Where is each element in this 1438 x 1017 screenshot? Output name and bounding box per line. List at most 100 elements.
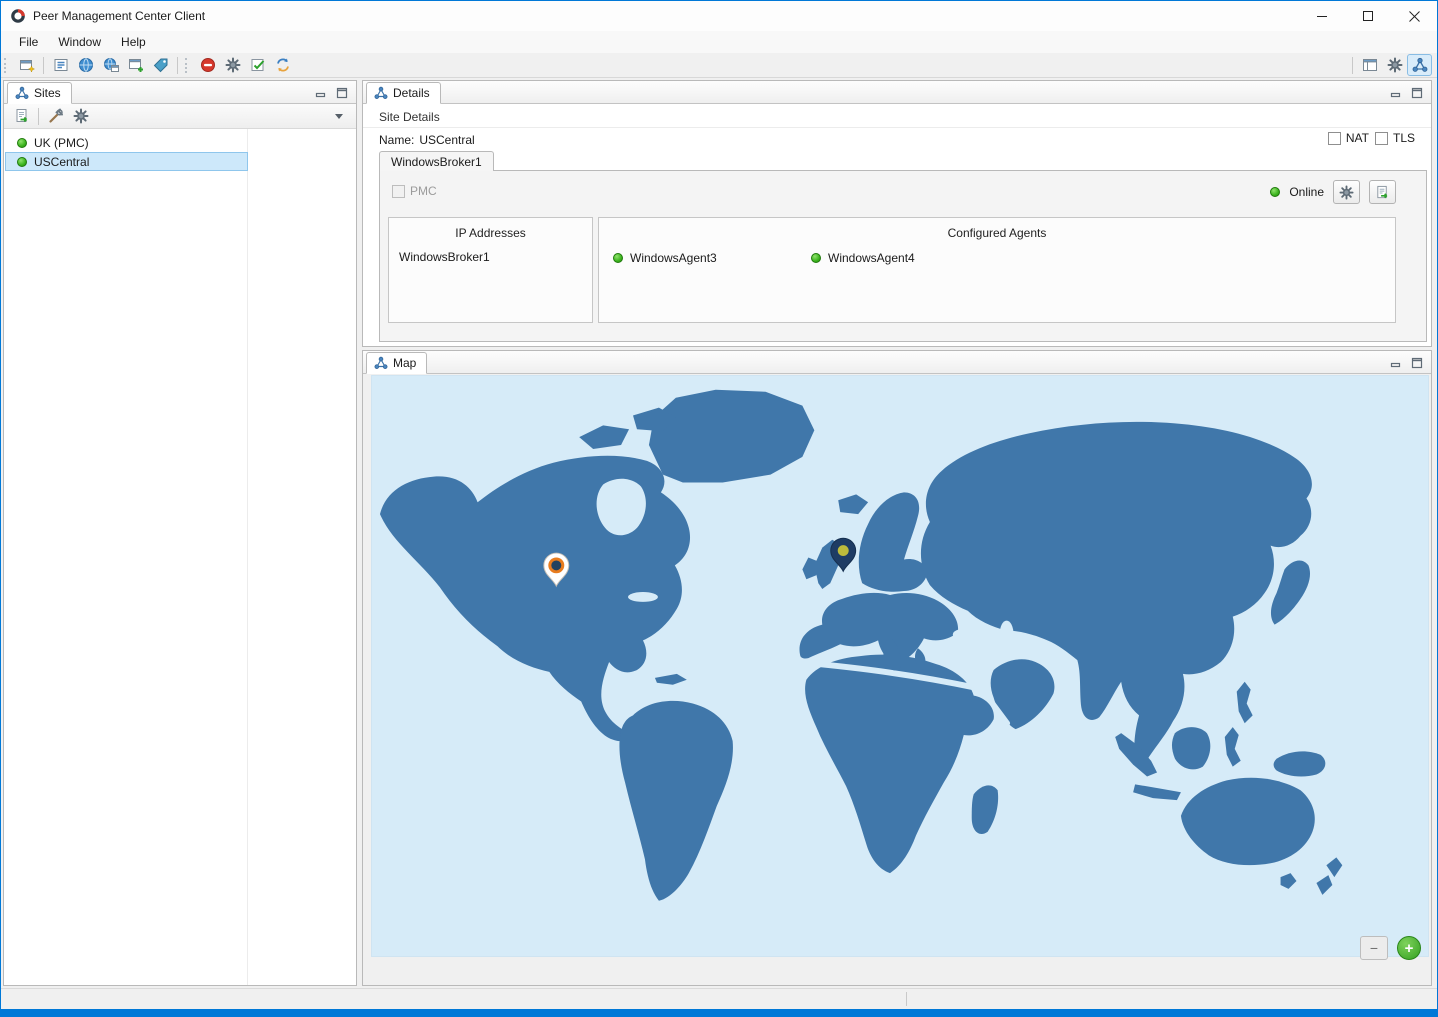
site-details-form: Site Details Name: USCentral NAT TLS Win… [363, 104, 1431, 346]
close-button[interactable] [1391, 1, 1437, 31]
tls-checkbox-row: TLS [1375, 131, 1415, 145]
export-site-button[interactable] [9, 105, 34, 127]
sites-tree[interactable]: UK (PMC) USCentral [4, 129, 356, 985]
site-row-uk[interactable]: UK (PMC) [5, 133, 248, 152]
maximize-icon [1363, 11, 1374, 22]
sites-view-toolbar [4, 104, 356, 129]
panel-maximize-icon [336, 87, 348, 99]
preferences-button[interactable] [220, 54, 245, 76]
broker-ip-name: WindowsBroker1 [399, 250, 490, 264]
tab-map-label: Map [393, 356, 416, 370]
scheduled-tasks-button[interactable] [245, 54, 270, 76]
tab-map[interactable]: Map [366, 352, 427, 374]
broker-status-bar: Online [1270, 180, 1396, 204]
sync-arrows-icon [275, 57, 291, 73]
window-title: Peer Management Center Client [33, 9, 205, 23]
online-status-dot [613, 253, 623, 263]
maximize-panel-button[interactable] [1410, 87, 1424, 99]
task-check-icon [250, 57, 266, 73]
network-icon [374, 86, 388, 100]
tools-button[interactable] [43, 105, 68, 127]
minimize-panel-button[interactable] [1389, 87, 1403, 99]
window-accent-border [1, 1009, 1437, 1016]
tab-windowsbroker1[interactable]: WindowsBroker1 [379, 151, 494, 171]
site-name-row: Name: USCentral [379, 133, 475, 147]
error-log-button[interactable] [195, 54, 220, 76]
view-menu-chevron-icon[interactable] [335, 114, 343, 123]
tls-label: TLS [1393, 131, 1415, 145]
configured-agents-group: Configured Agents WindowsAgent3 WindowsA… [598, 217, 1396, 323]
globe-window-icon [103, 57, 119, 73]
network-icon [374, 356, 388, 370]
toolbar-separator [38, 108, 39, 125]
nat-label: NAT [1346, 131, 1369, 145]
minimize-panel-button[interactable] [1389, 357, 1403, 369]
site-row-uscentral[interactable]: USCentral [5, 152, 248, 171]
network-perspective-button[interactable] [1407, 54, 1432, 76]
tab-sites[interactable]: Sites [7, 82, 72, 104]
settings-button[interactable] [68, 105, 93, 127]
maximize-panel-button[interactable] [1410, 357, 1424, 369]
new-site-button[interactable] [14, 54, 39, 76]
export-icon [14, 108, 30, 124]
map-panel-buttons [1389, 357, 1431, 373]
stop-icon [200, 57, 216, 73]
map-body: − + [363, 374, 1431, 985]
refresh-button[interactable] [270, 54, 295, 76]
panel-maximize-icon [1411, 357, 1423, 369]
perspective-settings-button[interactable] [1382, 54, 1407, 76]
minimize-button[interactable] [1299, 1, 1345, 31]
details-panel-buttons [1389, 87, 1431, 103]
panel-maximize-icon [1411, 87, 1423, 99]
menu-window[interactable]: Window [48, 32, 111, 53]
tab-details[interactable]: Details [366, 82, 441, 104]
zoom-out-button[interactable]: − [1360, 936, 1388, 960]
minimize-icon [1317, 11, 1327, 21]
export-icon [1375, 185, 1390, 200]
sites-panel: Sites UK (PMC) [3, 80, 357, 986]
agent-label: WindowsAgent3 [630, 251, 717, 265]
title-bar: Peer Management Center Client [1, 1, 1437, 31]
maximize-button[interactable] [1345, 1, 1391, 31]
nat-checkbox-row: NAT [1328, 131, 1369, 145]
perspective-icon [1362, 57, 1378, 73]
site-label: USCentral [34, 155, 89, 169]
maximize-panel-button[interactable] [335, 87, 349, 99]
window-controls [1299, 1, 1437, 31]
status-bar [1, 988, 1437, 1009]
edit-broker-button[interactable] [1333, 180, 1360, 204]
tags-button[interactable] [148, 54, 173, 76]
web-console-button[interactable] [98, 54, 123, 76]
site-list-button[interactable] [48, 54, 73, 76]
nat-checkbox[interactable] [1328, 132, 1341, 145]
gear-icon [225, 57, 241, 73]
site-list-icon [53, 57, 69, 73]
agent-item: WindowsAgent4 [811, 251, 915, 265]
new-site-icon [19, 57, 35, 73]
globe-icon [78, 57, 94, 73]
ip-addresses-title: IP Addresses [389, 218, 592, 240]
minimize-panel-button[interactable] [314, 87, 328, 99]
name-label: Name: [379, 133, 414, 147]
open-perspective-button[interactable] [1357, 54, 1382, 76]
zoom-in-button[interactable]: + [1397, 936, 1421, 960]
sites-panel-header: Sites [4, 81, 356, 104]
details-panel: Details Site Details Name: USCentral NAT [362, 80, 1432, 347]
web-client-button[interactable] [73, 54, 98, 76]
network-icon [15, 86, 29, 100]
sites-panel-buttons [314, 87, 356, 103]
main-toolbar [1, 53, 1437, 78]
world-map[interactable]: − + [371, 375, 1429, 957]
online-status-dot [811, 253, 821, 263]
new-window-icon [128, 57, 144, 73]
gear-icon [1339, 185, 1354, 200]
tls-checkbox[interactable] [1375, 132, 1388, 145]
toolbar-drag-handle [4, 58, 10, 73]
open-window-button[interactable] [123, 54, 148, 76]
menu-help[interactable]: Help [111, 32, 156, 53]
pmc-checkbox[interactable] [392, 185, 405, 198]
tag-icon [153, 57, 169, 73]
menu-file[interactable]: File [9, 32, 48, 53]
perspective-toolbar [1348, 54, 1437, 76]
export-broker-button[interactable] [1369, 180, 1396, 204]
